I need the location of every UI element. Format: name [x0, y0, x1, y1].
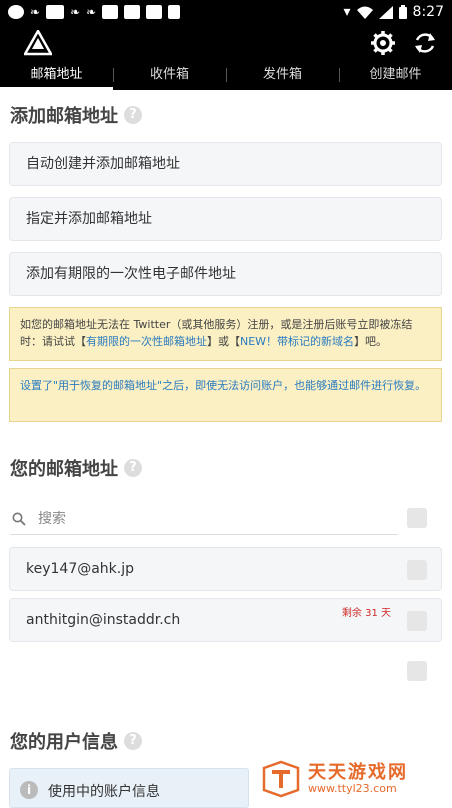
- notice-text: 】吧。: [354, 335, 388, 348]
- tab-compose[interactable]: 创建邮件: [339, 62, 452, 90]
- news-icon: [46, 5, 65, 19]
- add-address-heading: 添加邮箱地址 ?: [10, 102, 142, 128]
- watermark-url: www.ttyl23.com: [308, 782, 397, 795]
- search-bar: [10, 504, 398, 535]
- address-checkbox[interactable]: [407, 611, 427, 631]
- chinese-app-icon: ❧: [86, 5, 97, 19]
- user-info-heading: 您的用户信息 ?: [10, 728, 142, 754]
- section-title: 您的邮箱地址: [10, 459, 118, 480]
- help-icon[interactable]: ?: [124, 732, 142, 750]
- signal-icon: [378, 5, 393, 19]
- recovery-notice[interactable]: 设置了"用于恢复的邮箱地址"之后，即使无法访问账户，也能够通过邮件进行恢复。: [9, 368, 442, 422]
- tab-sent[interactable]: 发件箱: [226, 62, 339, 90]
- your-addresses-heading: 您的邮箱地址 ?: [10, 455, 142, 481]
- gear-icon[interactable]: [370, 30, 396, 56]
- recycle-logo-icon[interactable]: [24, 30, 52, 56]
- address-text: key147@ahk.jp: [26, 561, 135, 577]
- section-title: 您的用户信息: [10, 732, 118, 753]
- specify-address-button[interactable]: 指定并添加邮箱地址: [9, 197, 442, 241]
- disposable-address-link[interactable]: 有期限的一次性邮箱地址: [86, 335, 207, 348]
- address-row[interactable]: anthitgin@instaddr.ch 剩余 31 天: [9, 598, 442, 642]
- new-domain-link[interactable]: NEW！带标记的新域名: [240, 335, 354, 348]
- wifi-icon: [356, 6, 373, 19]
- section-title: 添加邮箱地址: [10, 106, 118, 127]
- address-row[interactable]: key147@ahk.jp: [9, 547, 442, 591]
- chinese-app-icon: ❧: [30, 5, 41, 19]
- notice-text: 如您的邮箱地址无法在 Twitter（或其他服务）注册，或是注册后账号立即被冻结: [20, 318, 413, 331]
- watermark-title: 天天游戏网: [308, 762, 408, 783]
- twitter-notice: 如您的邮箱地址无法在 Twitter（或其他服务）注册，或是注册后账号立即被冻结…: [9, 307, 442, 361]
- battery-icon: [398, 5, 407, 19]
- address-checkbox[interactable]: [407, 560, 427, 580]
- app-icon: [8, 5, 24, 19]
- recovery-notice-text[interactable]: 设置了"用于恢复的邮箱地址"之后，即使无法访问账户，也能够通过邮件进行恢复。: [20, 379, 426, 392]
- app-bar: [0, 24, 452, 62]
- status-time: 8:27: [412, 4, 444, 20]
- help-icon[interactable]: ?: [124, 459, 142, 477]
- a-icon: [168, 5, 181, 19]
- notice-text: 时：请试试【: [20, 335, 86, 348]
- disposable-address-button[interactable]: 添加有期限的一次性电子邮件地址: [9, 252, 442, 296]
- address-text: anthitgin@instaddr.ch: [26, 612, 181, 628]
- square-icon: [146, 5, 163, 19]
- refresh-icon[interactable]: [412, 30, 438, 56]
- square-icon: [102, 5, 119, 19]
- chinese-app-icon: ❧: [70, 5, 81, 19]
- select-all-checkbox[interactable]: [407, 508, 427, 528]
- search-input[interactable]: [36, 507, 380, 531]
- info-icon: i: [20, 781, 38, 799]
- help-icon[interactable]: ?: [124, 106, 142, 124]
- account-info-label: 使用中的账户信息: [48, 784, 160, 800]
- tab-inbox[interactable]: 收件箱: [113, 62, 226, 90]
- watermark: 天天游戏网 www.ttyl23.com: [262, 758, 448, 800]
- notice-text: 】或【: [207, 335, 240, 348]
- tab-addresses[interactable]: 邮箱地址: [0, 62, 113, 90]
- tab-bar: 邮箱地址 收件箱 发件箱 创建邮件: [0, 62, 452, 90]
- square-icon: [124, 5, 141, 19]
- status-bar: ❧ ❧ ❧ ▾ 8:27: [0, 0, 452, 24]
- search-icon: [12, 512, 26, 526]
- account-info-button[interactable]: i 使用中的账户信息: [9, 768, 249, 808]
- auto-create-address-button[interactable]: 自动创建并添加邮箱地址: [9, 142, 442, 186]
- location-icon: ▾: [343, 4, 351, 20]
- watermark-logo-icon: [262, 760, 300, 798]
- bulk-action-checkbox[interactable]: [407, 661, 427, 681]
- expiry-badge: 剩余 31 天: [341, 608, 391, 619]
